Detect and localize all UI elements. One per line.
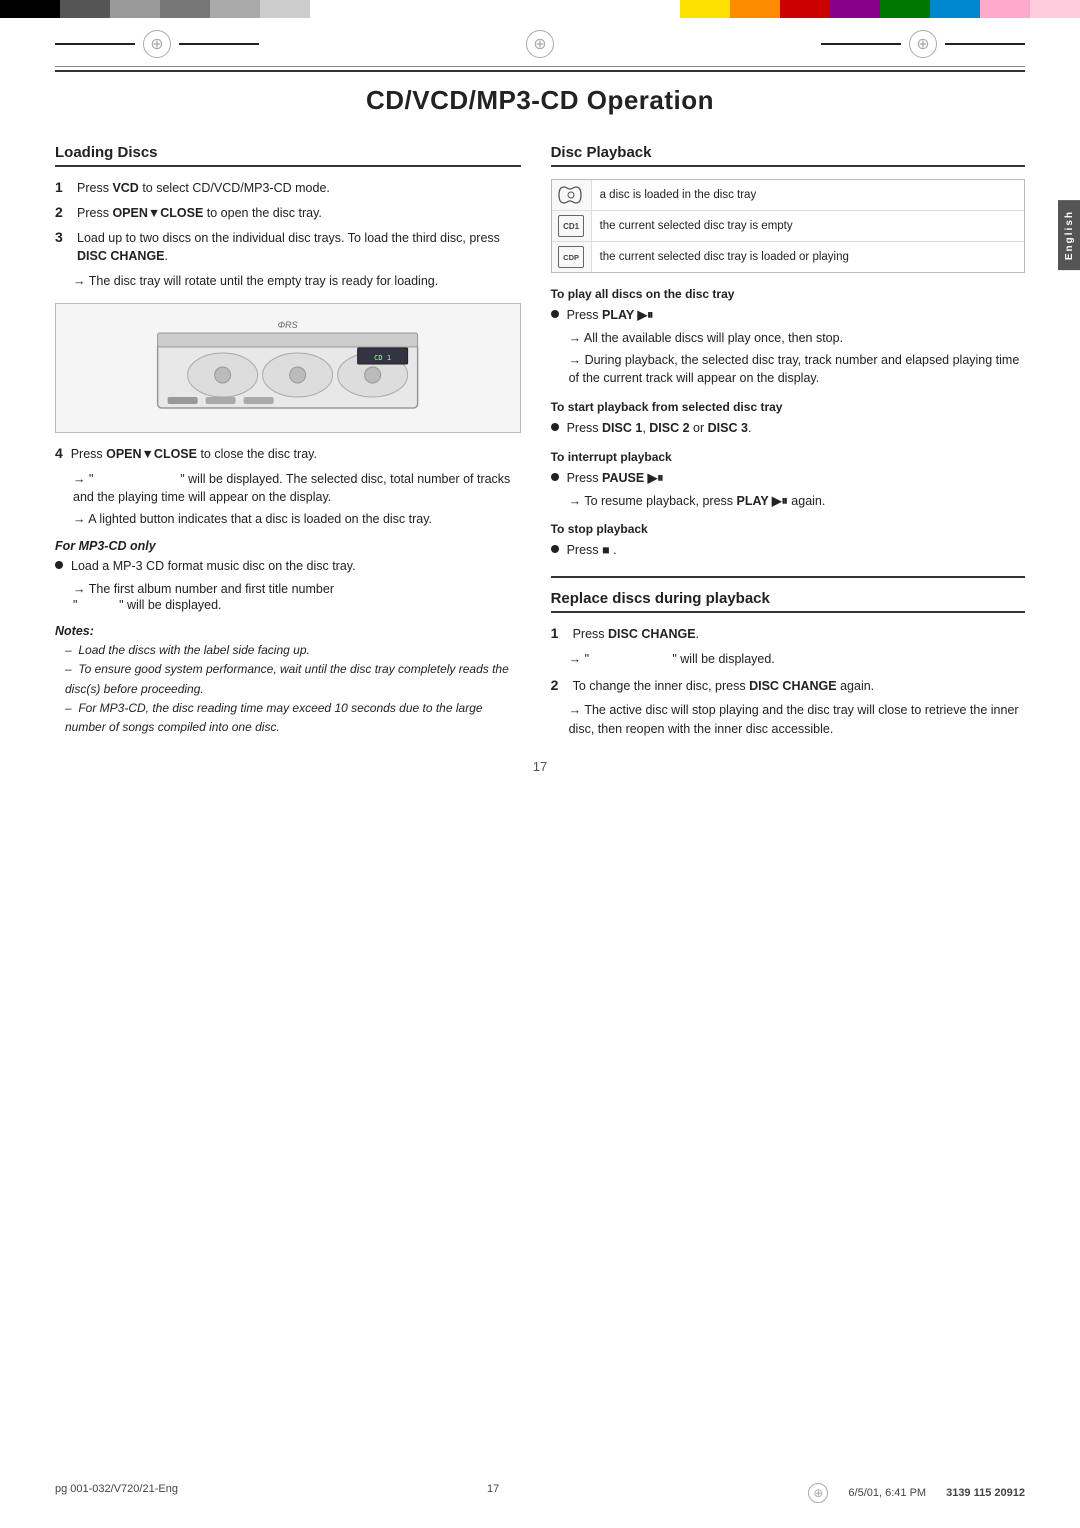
- disc-icon-cd1: CD1: [552, 211, 592, 241]
- loading-step-1: 1 Press VCD to select CD/VCD/MP3-CD mode…: [55, 179, 521, 198]
- replace-step-2-arrow: The active disc will stop playing and th…: [569, 701, 1025, 739]
- mp3-arrow-1: The first album number and first title n…: [73, 580, 521, 599]
- start-selected-heading: To start playback from selected disc tra…: [551, 400, 1025, 414]
- loading-steps-list: 1 Press VCD to select CD/VCD/MP3-CD mode…: [55, 179, 521, 266]
- page-number: 17: [55, 759, 1025, 774]
- step-4-content: Press OPEN▼CLOSE to close the disc tray.: [71, 447, 317, 461]
- interrupt-dot: [551, 473, 559, 481]
- mp3-bullet: Load a MP-3 CD format music disc on the …: [55, 557, 521, 576]
- footer-reg-mark: ⊕: [808, 1483, 828, 1503]
- notes-section: Notes: – Load the discs with the label s…: [55, 624, 521, 737]
- english-sidebar-tab: English: [1058, 200, 1080, 270]
- svg-text:ΦRS: ΦRS: [278, 320, 298, 330]
- replace-discs-heading: Replace discs during playback: [551, 590, 1025, 613]
- start-selected-bullet: Press DISC 1, DISC 2 or DISC 3.: [551, 419, 1025, 438]
- footer-center: 17: [487, 1483, 499, 1503]
- play-all-arrow-1: All the available discs will play once, …: [569, 329, 1025, 348]
- replace-step-1-arrow: " " will be displayed.: [569, 650, 1025, 669]
- right-column: Disc Playback a disc is loaded in the di…: [551, 144, 1025, 739]
- disc-icon-row-2: CD1 the current selected disc tray is em…: [552, 211, 1024, 242]
- play-all-arrow-2: During playback, the selected disc tray,…: [569, 351, 1025, 389]
- disc-icon-cdp-label: the current selected disc tray is loaded…: [592, 242, 857, 272]
- top-marks-row: ⊕ ⊕ ⊕: [0, 22, 1080, 66]
- disc-icon-row-3: CDP the current selected disc tray is lo…: [552, 242, 1024, 272]
- step-4-arrow-2: A lighted button indicates that a disc i…: [73, 510, 521, 529]
- disc-icon-cd1-label: the current selected disc tray is empty: [592, 211, 801, 241]
- step-3-content: Load up to two discs on the individual d…: [77, 229, 521, 267]
- play-all-heading: To play all discs on the disc tray: [551, 287, 1025, 301]
- interrupt-arrow: To resume playback, press PLAY ▶⏸ again.: [569, 492, 1025, 511]
- reg-mark-right: ⊕: [909, 30, 937, 58]
- disc-playback-section: Disc Playback a disc is loaded in the di…: [551, 144, 1025, 560]
- replace-discs-section: Replace discs during playback 1 Press DI…: [551, 590, 1025, 739]
- marks-right: ⊕: [821, 30, 1025, 58]
- notes-label: Notes:: [55, 624, 521, 638]
- disc-icon-row-1: a disc is loaded in the disc tray: [552, 180, 1024, 211]
- mp3-bullet-text: Load a MP-3 CD format music disc on the …: [71, 557, 356, 576]
- step-4-arrow-1: " " will be displayed. The selected disc…: [73, 470, 521, 508]
- replace-step-1: 1 Press DISC CHANGE.: [551, 625, 1025, 644]
- reg-mark-left: ⊕: [143, 30, 171, 58]
- mp3-arrow-2: " " will be displayed.: [73, 598, 521, 612]
- replace-step-1-content: Press DISC CHANGE.: [573, 625, 699, 644]
- svg-text:CD 1: CD 1: [374, 354, 391, 362]
- disc-icons-table: a disc is loaded in the disc tray CD1 th…: [551, 179, 1025, 273]
- stop-heading: To stop playback: [551, 522, 1025, 536]
- marks-center: ⊕: [526, 30, 554, 58]
- footer-right-group: ⊕ 6/5/01, 6:41 PM 3139 115 20912: [808, 1483, 1025, 1503]
- step-4-number: 4: [55, 445, 67, 461]
- cd1-box: CD1: [558, 215, 584, 237]
- page-title: CD/VCD/MP3-CD Operation: [55, 85, 1025, 116]
- device-svg: ΦRS CD 1: [79, 313, 496, 423]
- cd-empty-svg: [558, 184, 584, 206]
- loading-step-4: 4 Press OPEN▼CLOSE to close the disc tra…: [55, 445, 521, 464]
- play-all-dot: [551, 310, 559, 318]
- play-all-bullet: Press PLAY ▶⏸: [551, 306, 1025, 325]
- disc-playback-heading: Disc Playback: [551, 144, 1025, 167]
- mp3-bullet-dot: [55, 561, 63, 569]
- replace-step-1-num: 1: [551, 625, 569, 641]
- disc-icon-cdp: CDP: [552, 242, 592, 272]
- note-3: – For MP3-CD, the disc reading time may …: [65, 699, 521, 737]
- disc-icon-empty-label: a disc is loaded in the disc tray: [592, 180, 765, 210]
- disc-icon-empty: [552, 180, 592, 210]
- replace-step-2-num: 2: [551, 677, 569, 693]
- step-2-number: 2: [55, 204, 73, 220]
- stop-bullet: Press ■ .: [551, 541, 1025, 560]
- loading-step-2: 2 Press OPEN▼CLOSE to open the disc tray…: [55, 204, 521, 223]
- start-selected-text: Press DISC 1, DISC 2 or DISC 3.: [567, 419, 752, 438]
- step-3-number: 3: [55, 229, 73, 245]
- loading-discs-section: Loading Discs 1 Press VCD to select CD/V…: [55, 144, 521, 739]
- step-3-arrow: The disc tray will rotate until the empt…: [73, 272, 521, 291]
- loading-discs-heading: Loading Discs: [55, 144, 521, 167]
- section-divider: [551, 576, 1025, 578]
- reg-mark-center: ⊕: [526, 30, 554, 58]
- bottom-bar: pg 001-032/V720/21-Eng 17 ⊕ 6/5/01, 6:41…: [0, 1483, 1080, 1503]
- step-1-content: Press VCD to select CD/VCD/MP3-CD mode.: [77, 179, 330, 198]
- page-content: CD/VCD/MP3-CD Operation Loading Discs 1 …: [0, 75, 1080, 814]
- interrupt-heading: To interrupt playback: [551, 450, 1025, 464]
- mp3-only-label: For MP3-CD only: [55, 539, 521, 553]
- play-all-text: Press PLAY ▶⏸: [567, 306, 654, 325]
- stop-text: Press ■ .: [567, 541, 617, 560]
- replace-step-2: 2 To change the inner disc, press DISC C…: [551, 677, 1025, 696]
- note-1: – Load the discs with the label side fac…: [65, 641, 521, 660]
- interrupt-text: Press PAUSE ▶⏸: [567, 469, 664, 488]
- interrupt-bullet: Press PAUSE ▶⏸: [551, 469, 1025, 488]
- stop-dot: [551, 545, 559, 553]
- cdp-box: CDP: [558, 246, 584, 268]
- device-image: ΦRS CD 1: [55, 303, 521, 433]
- footer-code: 3139 115 20912: [946, 1487, 1025, 1499]
- marks-left: ⊕: [55, 30, 259, 58]
- loading-step-3: 3 Load up to two discs on the individual…: [55, 229, 521, 267]
- replace-step-2-content: To change the inner disc, press DISC CHA…: [573, 677, 875, 696]
- note-2: – To ensure good system performance, wai…: [65, 660, 521, 698]
- footer-date: 6/5/01, 6:41 PM: [848, 1487, 926, 1499]
- footer-left: pg 001-032/V720/21-Eng: [55, 1483, 178, 1503]
- step-1-number: 1: [55, 179, 73, 195]
- start-selected-dot: [551, 423, 559, 431]
- step-2-content: Press OPEN▼CLOSE to open the disc tray.: [77, 204, 322, 223]
